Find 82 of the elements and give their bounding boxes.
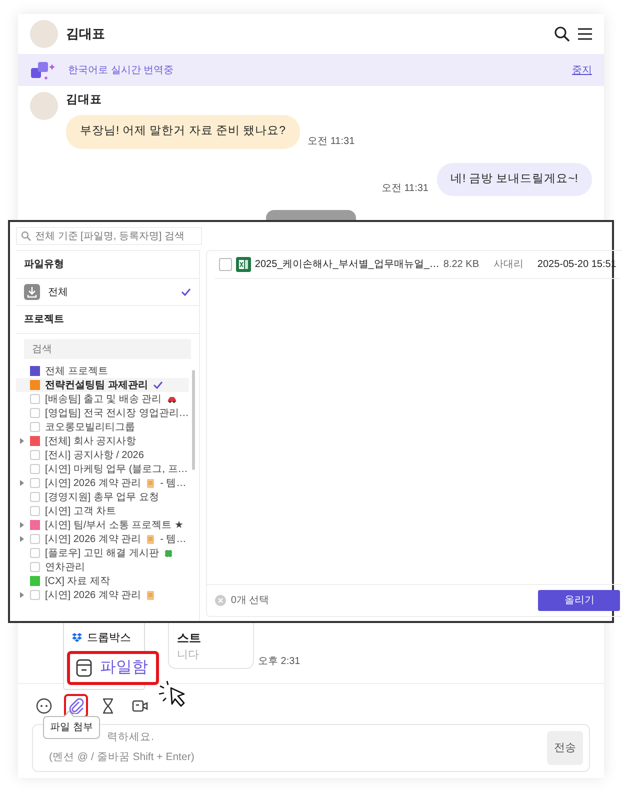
project-item[interactable]: [시연] 고객 차트 bbox=[16, 504, 189, 518]
video-camera-icon bbox=[132, 698, 148, 714]
contact-name: 김대표 bbox=[66, 25, 105, 44]
car-icon bbox=[166, 396, 177, 402]
selection-count: 0개 선택 bbox=[230, 594, 270, 608]
file-name: 2025_케이손해사_부서별_업무매뉴얼_… bbox=[254, 258, 440, 272]
stop-link[interactable]: 중지 bbox=[572, 62, 592, 78]
menu-item[interactable]: 파일함 bbox=[67, 651, 159, 685]
clover-icon bbox=[164, 548, 173, 558]
section-heading: 프로젝트 bbox=[16, 306, 199, 334]
caret-icon bbox=[20, 536, 24, 542]
translation-status: 한국어로 실시간 번역중 bbox=[68, 64, 174, 78]
project-item[interactable]: [전체] 회사 공지사항 bbox=[16, 434, 189, 448]
caret-icon bbox=[20, 480, 24, 486]
placeholder-text: 력하세요. bbox=[106, 730, 155, 746]
checkbox[interactable] bbox=[30, 506, 40, 516]
scroll-icon bbox=[146, 590, 156, 600]
checkbox[interactable] bbox=[30, 422, 40, 432]
card-title: 스트 bbox=[177, 630, 202, 646]
checkbox[interactable] bbox=[30, 534, 40, 544]
project-item[interactable]: [배송팀] 출고 및 배송 관리 bbox=[16, 392, 189, 406]
checkbox[interactable] bbox=[30, 408, 40, 418]
message-time: 오후 2:31 bbox=[258, 655, 300, 669]
send-button[interactable]: 전송 bbox=[547, 731, 583, 765]
project-item[interactable]: [시연] 팀/부서 소통 프로젝트 ★ bbox=[16, 518, 189, 532]
project-item[interactable]: 전략컨설팅팀 과제관리 bbox=[16, 378, 189, 392]
caret-icon bbox=[20, 438, 24, 444]
project-item[interactable]: [시연] 2026 계약 관리 - 템… bbox=[16, 476, 189, 490]
scrollbar[interactable] bbox=[192, 370, 195, 470]
checkbox[interactable] bbox=[30, 590, 40, 600]
project-item[interactable]: 연차관리 bbox=[16, 560, 189, 574]
project-item[interactable]: [시연] 2026 계약 관리 - 템… bbox=[16, 532, 189, 546]
message-bubble: 부장님! 어제 말한거 자료 준비 됐나요? bbox=[66, 115, 300, 148]
message-time: 오전 11:31 bbox=[381, 182, 428, 196]
project-item[interactable]: [CX] 자료 제작 bbox=[16, 574, 189, 588]
caret-icon bbox=[20, 522, 24, 528]
search-icon bbox=[21, 231, 31, 241]
message-bubble: 네! 금방 보내드릴게요~! bbox=[436, 162, 592, 196]
search-field[interactable]: 전체 기준 [파일명, 등록자명] 검색 bbox=[16, 227, 202, 245]
checkbox[interactable] bbox=[30, 394, 40, 404]
project-item[interactable]: 전체 프로젝트 bbox=[16, 364, 189, 378]
clear-icon[interactable] bbox=[214, 595, 226, 606]
file-size: 8.22 KB bbox=[443, 258, 480, 272]
smiley-icon bbox=[36, 698, 52, 714]
checkbox[interactable] bbox=[30, 464, 40, 474]
checkbox[interactable] bbox=[30, 492, 40, 502]
checkbox[interactable] bbox=[30, 478, 40, 488]
project-item[interactable]: 코오롱모빌리티그룹 bbox=[16, 420, 189, 434]
avatar-circle bbox=[30, 92, 58, 120]
hourglass-icon bbox=[100, 698, 116, 714]
caret-icon bbox=[20, 592, 24, 598]
tooltip-arrow bbox=[64, 711, 74, 717]
project-item[interactable]: [시연] 2026 계약 관리 bbox=[16, 588, 189, 602]
project-item[interactable]: [영업팀] 전국 전시장 영업관리… bbox=[16, 406, 189, 420]
card-text: 니다 bbox=[177, 648, 200, 662]
project-search-field[interactable]: 검색 bbox=[24, 339, 191, 359]
placeholder-text: (멘션 @ / 줄바꿈 Shift + Enter) bbox=[49, 750, 194, 765]
uploader-name: 사대리 bbox=[493, 258, 524, 272]
menu-item[interactable]: 드롭박스 bbox=[64, 626, 144, 649]
project-item[interactable]: [시연] 마케팅 업무 (블로그, 프… bbox=[16, 462, 189, 476]
check-icon bbox=[152, 381, 163, 389]
scroll-icon bbox=[146, 534, 156, 544]
checkbox[interactable] bbox=[218, 258, 232, 271]
paperclip-icon bbox=[68, 698, 84, 714]
project-item[interactable]: [경영지원] 총무 업무 요청 bbox=[16, 490, 189, 504]
check-icon bbox=[180, 288, 191, 296]
scroll-icon bbox=[146, 478, 156, 488]
menu-icon[interactable] bbox=[578, 28, 592, 40]
checkbox[interactable] bbox=[30, 548, 40, 558]
checkbox[interactable] bbox=[30, 450, 40, 460]
archive-box-icon bbox=[76, 659, 92, 677]
download-icon bbox=[24, 284, 40, 300]
checkbox[interactable] bbox=[30, 562, 40, 572]
message-time: 오전 11:31 bbox=[308, 134, 355, 148]
upload-button[interactable]: 올리기 bbox=[538, 590, 620, 611]
project-item[interactable]: [전시] 공지사항 / 2026 bbox=[16, 448, 189, 462]
project-item[interactable]: [플로우] 고민 해결 게시판 bbox=[16, 546, 189, 560]
avatar-circle bbox=[30, 20, 58, 48]
spreadsheet-icon bbox=[236, 257, 251, 272]
search-icon[interactable] bbox=[554, 26, 570, 42]
sender-name: 김대표 bbox=[66, 93, 103, 108]
dropbox-icon bbox=[72, 632, 82, 643]
